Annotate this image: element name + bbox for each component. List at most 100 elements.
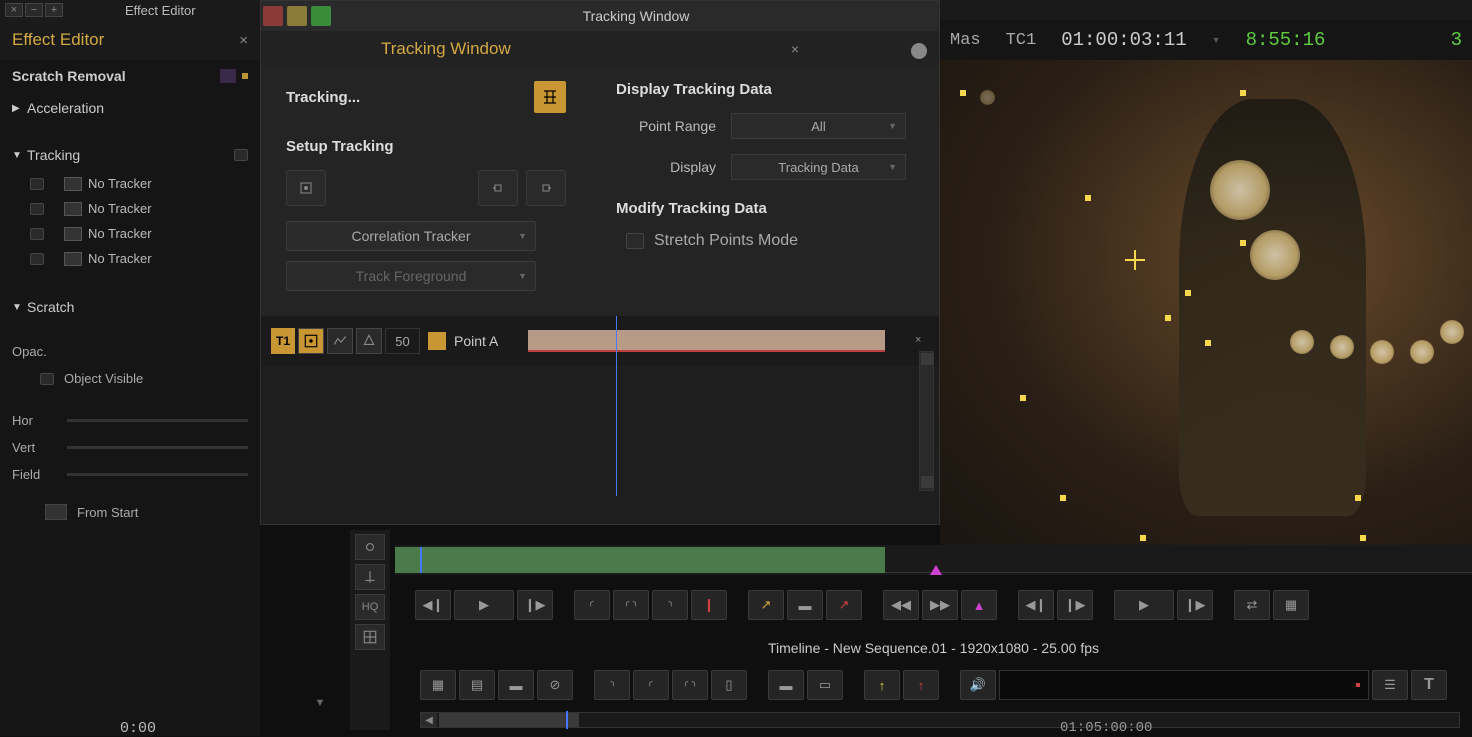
position-bar[interactable]	[395, 545, 1472, 575]
tracker-row[interactable]: No Tracker	[0, 246, 260, 271]
play-loop-button[interactable]: ▶	[1114, 590, 1174, 620]
window-minimize-button[interactable]	[287, 6, 307, 26]
tracker-point-icon[interactable]	[1185, 290, 1191, 296]
clear-marks-button[interactable]: ▯	[711, 670, 747, 700]
stretch-mode-row[interactable]: Stretch Points Mode	[616, 232, 914, 250]
clear-in-button[interactable]: ❙	[691, 590, 727, 620]
tracker-point-icon[interactable]	[1240, 90, 1246, 96]
tracker-row[interactable]: No Tracker	[0, 221, 260, 246]
audio-button[interactable]: 🔊	[960, 670, 996, 700]
field-slider[interactable]	[67, 473, 248, 476]
trim-button[interactable]: ⇄	[1234, 590, 1270, 620]
tracker-point-icon[interactable]	[1205, 340, 1211, 346]
stretch-mode-checkbox[interactable]	[626, 233, 644, 249]
video-monitor[interactable]	[940, 60, 1472, 550]
menu-plus-icon[interactable]: +	[45, 3, 63, 17]
point-range-dropdown[interactable]: All ▼	[731, 113, 906, 139]
tracker-checkbox[interactable]	[30, 178, 44, 190]
grid-button[interactable]	[355, 624, 385, 650]
tracker-point-icon[interactable]	[1360, 535, 1366, 541]
splice-in-button[interactable]: ↑	[864, 670, 900, 700]
tracker-point-icon[interactable]	[1165, 315, 1171, 321]
scroll-down-icon[interactable]	[921, 476, 934, 488]
scratch-group[interactable]: ▼ Scratch	[0, 291, 260, 323]
close-icon[interactable]: ×	[239, 32, 248, 49]
gear-icon[interactable]	[911, 43, 927, 59]
focus-button[interactable]	[355, 564, 385, 590]
scrollbar-thumb[interactable]	[439, 713, 579, 727]
text-button[interactable]: T	[1411, 670, 1447, 700]
menu-close-icon[interactable]: ×	[5, 3, 23, 17]
tracker-checkbox[interactable]	[30, 228, 44, 240]
object-visible-checkbox[interactable]	[40, 373, 54, 385]
window-maximize-button[interactable]	[311, 6, 331, 26]
marker-icon[interactable]	[930, 565, 942, 575]
display-dropdown[interactable]: Tracking Data ▼	[731, 154, 906, 180]
tracker-engine-dropdown[interactable]: Correlation Tracker ▼	[286, 221, 536, 251]
tracker-point-icon[interactable]	[1355, 495, 1361, 501]
tc1-label[interactable]: TC1	[1006, 31, 1037, 50]
close-icon[interactable]: ×	[791, 41, 799, 57]
hq-button[interactable]: HQ	[355, 594, 385, 620]
delete-tracker-icon[interactable]: ×	[915, 334, 929, 348]
step-back-button[interactable]: ◀❙	[415, 590, 451, 620]
acceleration-group[interactable]: ▶ Acceleration	[0, 92, 260, 124]
chevron-down-icon[interactable]: ▼	[1212, 35, 1221, 45]
overwrite-button[interactable]: ↗	[826, 590, 862, 620]
playhead-indicator[interactable]	[420, 547, 422, 573]
tracker-row[interactable]: No Tracker	[0, 196, 260, 221]
segment-overwrite-button[interactable]: ▭	[807, 670, 843, 700]
save-preset-icon[interactable]	[220, 69, 236, 83]
tracker-scrollbar[interactable]	[919, 351, 934, 491]
timeline-scrollbar[interactable]: ◀	[420, 712, 1460, 728]
play-button[interactable]: ▶	[454, 590, 514, 620]
from-start-row[interactable]: From Start	[0, 498, 260, 526]
tracking-group[interactable]: ▼ Tracking	[0, 139, 260, 171]
extract-button[interactable]: ↗	[748, 590, 784, 620]
tool-button[interactable]: ▦	[420, 670, 456, 700]
tracker-graph-button[interactable]	[327, 328, 353, 354]
menu-minimize-icon[interactable]: −	[25, 3, 43, 17]
track-target-dropdown[interactable]: Track Foreground ▼	[286, 261, 536, 291]
rewind-button[interactable]: ◀◀	[883, 590, 919, 620]
tracker-point-icon[interactable]	[960, 90, 966, 96]
tool-button[interactable]: ⊘	[537, 670, 573, 700]
mark-clip-button[interactable]: ⸂⸃	[672, 670, 708, 700]
tracker-checkbox[interactable]	[30, 203, 44, 215]
next-frame-button[interactable]: ❙▶	[1057, 590, 1093, 620]
tracker-checkbox[interactable]	[30, 253, 44, 265]
tracking-window-titlebar[interactable]: Tracking Window	[261, 1, 939, 31]
tracker-point-icon[interactable]	[1240, 240, 1246, 246]
tracker-color-swatch[interactable]	[428, 332, 446, 350]
segment-mode-button[interactable]: ▬	[768, 670, 804, 700]
hor-slider[interactable]	[67, 419, 248, 422]
lift-button[interactable]: ▬	[787, 590, 823, 620]
start-tracking-button[interactable]	[534, 81, 566, 113]
tracker-number-input[interactable]: 50	[385, 328, 420, 354]
new-tracker-button[interactable]	[286, 170, 326, 206]
tracker-row[interactable]: No Tracker	[0, 171, 260, 196]
object-visible-row[interactable]: Object Visible	[0, 365, 260, 392]
vert-slider[interactable]	[67, 446, 248, 449]
mark-out-button[interactable]: ⸃	[652, 590, 688, 620]
prev-frame-button[interactable]: ◀❙	[1018, 590, 1054, 620]
overwrite-button[interactable]: ↑	[903, 670, 939, 700]
fastforward-button[interactable]: ▶▶	[922, 590, 958, 620]
play-inout-button[interactable]: ❙▶	[1177, 590, 1213, 620]
tracker-offset-button[interactable]	[356, 328, 382, 354]
tracker-point-icon[interactable]	[1085, 195, 1091, 201]
tracker-t1-badge[interactable]: T1	[271, 328, 295, 354]
go-mark-out-button[interactable]: ⸃	[594, 670, 630, 700]
scroll-left-icon[interactable]: ◀	[421, 713, 437, 727]
tracker-point-icon[interactable]	[1020, 395, 1026, 401]
tracker-enable-button[interactable]	[298, 328, 324, 354]
tracker-point-icon[interactable]	[1060, 495, 1066, 501]
go-mark-in-button[interactable]: ⸂	[633, 670, 669, 700]
step-forward-button[interactable]: ❙▶	[517, 590, 553, 620]
tool-button[interactable]: ▤	[459, 670, 495, 700]
track-forward-button[interactable]	[526, 170, 566, 206]
tracker-crosshair-icon[interactable]	[1125, 250, 1145, 270]
tracker-point-icon[interactable]	[1140, 535, 1146, 541]
effect-mode-button[interactable]: ▦	[1273, 590, 1309, 620]
tracker-clip-bar[interactable]	[528, 330, 885, 352]
